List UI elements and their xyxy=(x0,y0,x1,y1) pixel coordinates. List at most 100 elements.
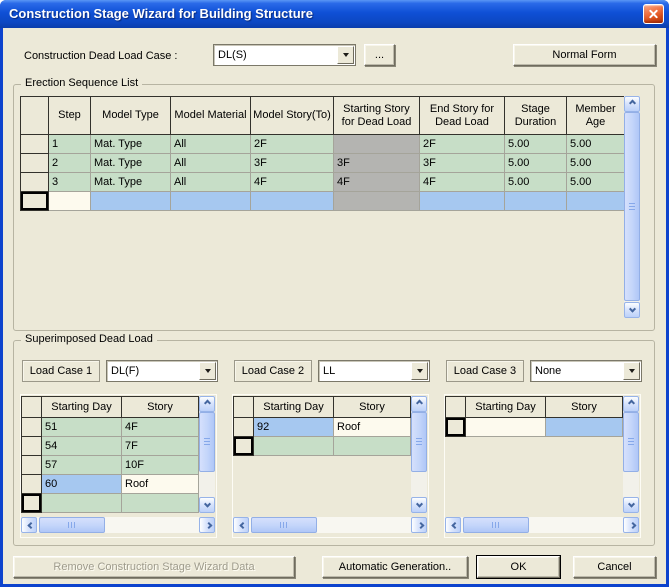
cell-end-story[interactable]: 3F xyxy=(419,153,505,173)
scroll-up-button[interactable] xyxy=(624,96,640,112)
scroll-up-button[interactable] xyxy=(623,396,639,412)
cell-model-type[interactable]: Mat. Type xyxy=(90,172,171,192)
row-selector[interactable] xyxy=(21,436,42,456)
scroll-right-button[interactable] xyxy=(199,517,215,533)
chevron-down-icon[interactable] xyxy=(337,46,354,64)
scroll-right-button[interactable] xyxy=(411,517,427,533)
scroll-down-button[interactable] xyxy=(623,497,639,513)
cell-end-story[interactable]: 2F xyxy=(419,134,505,154)
scrollbar-track[interactable] xyxy=(461,517,623,533)
scrollbar-thumb[interactable] xyxy=(39,517,105,533)
cell-starting-day[interactable]: 54 xyxy=(41,436,122,456)
scroll-left-button[interactable] xyxy=(445,517,461,533)
scrollbar-thumb[interactable] xyxy=(199,412,215,472)
cell-model-type[interactable] xyxy=(90,191,171,211)
scroll-down-button[interactable] xyxy=(411,497,427,513)
row-selector[interactable] xyxy=(20,172,49,192)
cell-starting-day[interactable] xyxy=(465,417,546,437)
dead-load-case-combo[interactable]: DL(S) xyxy=(213,44,356,66)
cell-starting-story[interactable] xyxy=(333,191,420,211)
cell-story[interactable]: 7F xyxy=(121,436,199,456)
cell-story[interactable] xyxy=(545,417,623,437)
scroll-up-button[interactable] xyxy=(199,396,215,412)
cell-stage-duration[interactable]: 5.00 xyxy=(504,134,567,154)
cancel-button[interactable]: Cancel xyxy=(573,556,656,578)
chevron-down-icon[interactable] xyxy=(199,362,216,380)
cell-model-material[interactable] xyxy=(170,191,251,211)
erection-table-scrollbar[interactable] xyxy=(624,96,640,318)
row-selector[interactable] xyxy=(21,474,42,494)
scrollbar-track[interactable] xyxy=(199,412,215,497)
scroll-left-button[interactable] xyxy=(21,517,37,533)
load-case-3-vscrollbar[interactable] xyxy=(623,396,639,513)
load-case-2-vscrollbar[interactable] xyxy=(411,396,427,513)
cell-starting-day[interactable]: 51 xyxy=(41,417,122,437)
load-case-2-hscrollbar[interactable] xyxy=(233,517,427,533)
cell-member-age[interactable]: 5.00 xyxy=(566,153,625,173)
scrollbar-thumb[interactable] xyxy=(463,517,529,533)
cell-starting-day[interactable] xyxy=(41,493,122,513)
cell-model-type[interactable]: Mat. Type xyxy=(90,134,171,154)
load-case-1-hscrollbar[interactable] xyxy=(21,517,215,533)
scrollbar-track[interactable] xyxy=(37,517,199,533)
close-button[interactable] xyxy=(643,4,664,24)
cell-starting-day[interactable] xyxy=(253,436,334,456)
scroll-down-button[interactable] xyxy=(624,302,640,318)
scrollbar-thumb[interactable] xyxy=(623,412,639,472)
row-selector[interactable] xyxy=(20,153,49,173)
cell-member-age[interactable]: 5.00 xyxy=(566,134,625,154)
cell-model-story[interactable]: 4F xyxy=(250,172,334,192)
scrollbar-track[interactable] xyxy=(623,412,639,497)
scroll-up-button[interactable] xyxy=(411,396,427,412)
scrollbar-thumb[interactable] xyxy=(251,517,317,533)
cell-step[interactable]: 3 xyxy=(48,172,91,192)
cell-step[interactable]: 2 xyxy=(48,153,91,173)
load-case-2-combo[interactable]: LL xyxy=(318,360,430,382)
scroll-right-button[interactable] xyxy=(623,517,639,533)
cell-story[interactable]: Roof xyxy=(333,417,411,437)
chevron-down-icon[interactable] xyxy=(623,362,640,380)
cell-step[interactable]: 1 xyxy=(48,134,91,154)
chevron-down-icon[interactable] xyxy=(411,362,428,380)
cell-step-edit[interactable] xyxy=(48,191,91,211)
cell-starting-story[interactable]: 4F xyxy=(333,172,420,192)
titlebar[interactable]: Construction Stage Wizard for Building S… xyxy=(0,0,669,28)
cell-end-story[interactable]: 4F xyxy=(419,172,505,192)
cell-model-type[interactable]: Mat. Type xyxy=(90,153,171,173)
row-selector[interactable] xyxy=(21,493,42,513)
cell-model-material[interactable]: All xyxy=(170,134,251,154)
load-case-3-combo[interactable]: None xyxy=(530,360,642,382)
cell-end-story[interactable] xyxy=(419,191,505,211)
cell-starting-day[interactable]: 92 xyxy=(253,417,334,437)
cell-stage-duration[interactable] xyxy=(504,191,567,211)
cell-starting-day[interactable]: 60 xyxy=(41,474,122,494)
cell-member-age[interactable]: 5.00 xyxy=(566,172,625,192)
browse-button[interactable]: ... xyxy=(364,44,395,66)
load-case-3-hscrollbar[interactable] xyxy=(445,517,639,533)
cell-starting-story[interactable] xyxy=(333,134,420,154)
cell-model-story[interactable]: 3F xyxy=(250,153,334,173)
row-selector[interactable] xyxy=(20,134,49,154)
cell-model-material[interactable]: All xyxy=(170,153,251,173)
cell-starting-day[interactable]: 57 xyxy=(41,455,122,475)
scrollbar-track[interactable] xyxy=(624,112,640,302)
cell-story[interactable] xyxy=(121,493,199,513)
cell-stage-duration[interactable]: 5.00 xyxy=(504,153,567,173)
scroll-left-button[interactable] xyxy=(233,517,249,533)
load-case-1-combo[interactable]: DL(F) xyxy=(106,360,218,382)
row-selector[interactable] xyxy=(233,417,254,437)
cell-starting-story[interactable]: 3F xyxy=(333,153,420,173)
row-selector[interactable] xyxy=(20,191,49,211)
cell-model-story[interactable]: 2F xyxy=(250,134,334,154)
load-case-1-vscrollbar[interactable] xyxy=(199,396,215,513)
cell-story[interactable]: Roof xyxy=(121,474,199,494)
ok-button[interactable]: OK xyxy=(477,556,560,578)
normal-form-button[interactable]: Normal Form xyxy=(513,44,656,66)
scrollbar-track[interactable] xyxy=(411,412,427,497)
remove-wizard-data-button[interactable]: Remove Construction Stage Wizard Data xyxy=(13,556,295,578)
scrollbar-track[interactable] xyxy=(249,517,411,533)
cell-story[interactable]: 10F xyxy=(121,455,199,475)
cell-model-material[interactable]: All xyxy=(170,172,251,192)
row-selector[interactable] xyxy=(21,417,42,437)
automatic-generation-button[interactable]: Automatic Generation.. xyxy=(322,556,468,578)
